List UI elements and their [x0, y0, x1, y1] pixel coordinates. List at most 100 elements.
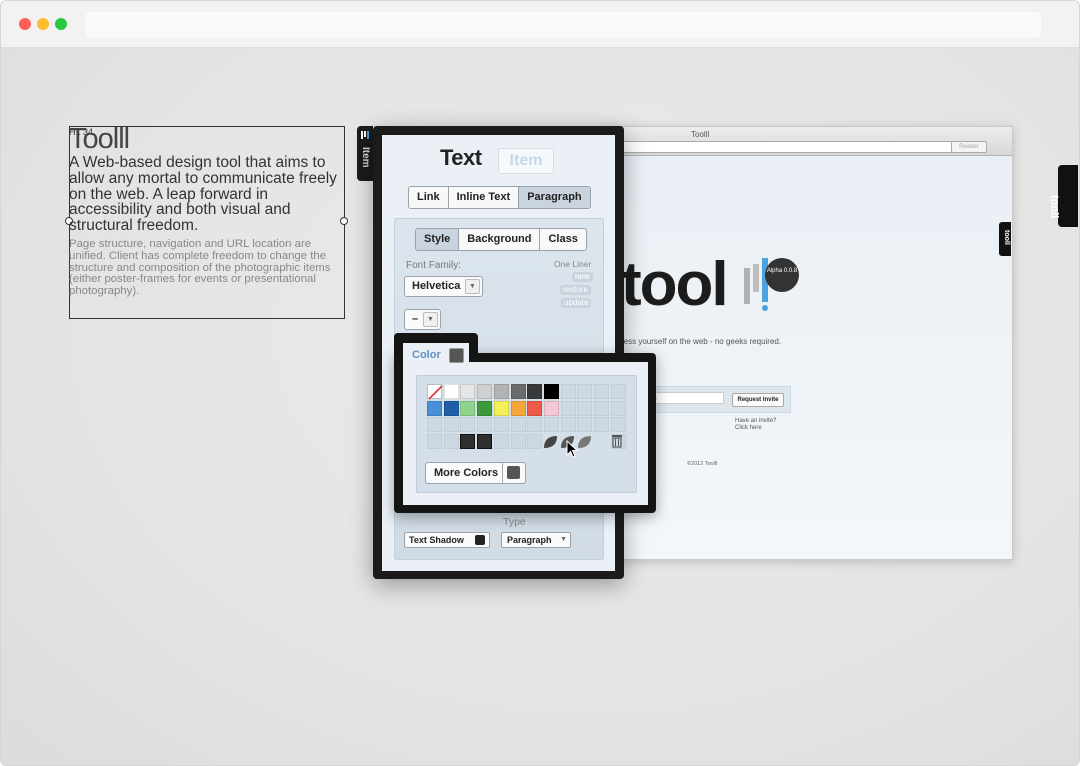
color-swatch[interactable]	[527, 434, 543, 450]
color-swatch[interactable]	[477, 434, 493, 450]
color-swatch[interactable]	[443, 400, 459, 416]
click-here-link[interactable]: Click here	[735, 425, 776, 432]
reader-button[interactable]: Reader	[951, 141, 987, 153]
color-swatch[interactable]	[543, 417, 559, 433]
font-size-value: –	[412, 313, 419, 325]
mouse-pointer-icon	[566, 440, 578, 458]
preview-edge-tab-label: tooll	[1003, 230, 1010, 245]
have-invite-link[interactable]: Have an invite? Click here	[735, 418, 776, 432]
color-swatch[interactable]	[477, 417, 493, 433]
title-bar	[1, 1, 1079, 48]
color-swatch[interactable]	[443, 417, 459, 433]
color-swatch[interactable]	[460, 384, 476, 399]
color-swatch[interactable]	[427, 434, 442, 450]
minimize-button[interactable]	[37, 18, 49, 30]
tab-link[interactable]: Link	[409, 187, 449, 208]
color-swatch[interactable]	[427, 417, 442, 433]
color-swatch[interactable]	[610, 417, 626, 433]
color-swatch[interactable]	[527, 384, 543, 399]
preview-title: Toolll	[691, 130, 710, 139]
block-heading[interactable]: Toolll	[69, 123, 130, 156]
chevron-down-icon: ▼	[465, 279, 480, 294]
preview-tagline: ress yourself on the web - no geeks requ…	[621, 337, 782, 346]
style-tabs: Style Background Class	[415, 228, 587, 251]
preview-logo-text: tool	[621, 250, 729, 319]
preview-edge-tab[interactable]: tooll	[999, 222, 1011, 256]
close-button[interactable]	[19, 18, 31, 30]
color-swatch[interactable]	[427, 400, 442, 416]
color-swatch[interactable]	[577, 384, 593, 399]
current-color-swatch[interactable]	[449, 348, 464, 363]
address-bar[interactable]	[86, 12, 1041, 38]
color-swatch[interactable]	[594, 400, 609, 416]
type-select[interactable]: Paragraph ▼	[501, 532, 571, 548]
color-swatch[interactable]	[610, 400, 626, 416]
color-swatch[interactable]	[460, 417, 476, 433]
color-swatch[interactable]	[460, 434, 476, 450]
item-mode-button[interactable]: Item	[498, 148, 554, 174]
font-size-select[interactable]: – ▼	[404, 309, 441, 330]
color-swatch[interactable]	[427, 384, 443, 400]
site-preview-window: Toolll Reader tool Alpha 0.0.8 ress your…	[600, 126, 1013, 560]
color-swatch[interactable]	[443, 384, 459, 399]
chevron-down-icon: ▼	[560, 536, 567, 543]
tab-inline-text[interactable]: Inline Text	[449, 187, 520, 208]
one-liner-new-button[interactable]: new	[572, 272, 593, 282]
color-swatch[interactable]	[477, 400, 493, 416]
color-swatch[interactable]	[577, 417, 593, 433]
one-liner-restore-button[interactable]: restore	[560, 285, 591, 295]
more-colors-button[interactable]: More Colors	[425, 462, 526, 484]
item-side-tab-label: Item	[360, 147, 371, 168]
have-invite-text: Have an invite?	[735, 418, 777, 424]
color-swatch[interactable]	[543, 384, 559, 399]
tab-background[interactable]: Background	[459, 229, 541, 250]
tab-style[interactable]: Style	[416, 229, 460, 250]
more-colors-label: More Colors	[434, 467, 499, 479]
color-swatch[interactable]	[577, 400, 593, 416]
color-swatch[interactable]	[560, 384, 576, 399]
one-liner-update-button[interactable]: update	[561, 298, 592, 308]
color-swatch[interactable]	[560, 400, 576, 416]
color-swatch[interactable]	[527, 400, 543, 416]
preview-url-field[interactable]	[615, 141, 977, 153]
font-family-value: Helvetica	[412, 280, 461, 292]
block-lead-paragraph[interactable]: A Web-based design tool that aims to all…	[69, 155, 347, 234]
color-swatch[interactable]	[510, 434, 526, 450]
font-family-select[interactable]: Helvetica ▼	[404, 276, 483, 297]
color-swatch[interactable]	[510, 417, 526, 433]
tab-class[interactable]: Class	[540, 229, 585, 250]
color-swatch[interactable]	[594, 417, 609, 433]
color-swatch[interactable]	[510, 400, 526, 416]
color-swatch[interactable]	[527, 417, 543, 433]
color-swatch[interactable]	[493, 400, 509, 416]
color-swatch[interactable]	[493, 384, 509, 399]
color-swatch[interactable]	[543, 400, 559, 416]
request-invite-button[interactable]: Request Invite	[732, 393, 784, 407]
color-swatch[interactable]	[493, 417, 509, 433]
one-liner-label: One Liner	[554, 259, 592, 269]
shadow-preview-icon	[475, 535, 485, 545]
block-body-paragraph[interactable]: Page structure, navigation and URL locat…	[69, 238, 347, 298]
text-shadow-button[interactable]: Text Shadow	[404, 532, 490, 548]
color-swatch[interactable]	[560, 417, 576, 433]
trash-icon[interactable]	[611, 434, 623, 448]
type-value: Paragraph	[507, 535, 552, 545]
zoom-button[interactable]	[55, 18, 67, 30]
color-swatch[interactable]	[460, 400, 476, 416]
preview-logo: tool	[621, 254, 782, 316]
color-swatch[interactable]	[493, 434, 509, 450]
color-swatch[interactable]	[477, 384, 493, 399]
tooll-mini-logo-icon	[361, 131, 369, 139]
text-type-tabs: Link Inline Text Paragraph	[408, 186, 591, 209]
preview-toolbar: Toolll Reader	[601, 127, 1012, 156]
color-tab[interactable]: Color	[412, 349, 441, 361]
color-swatch[interactable]	[610, 384, 626, 399]
edge-tab-label: tooll	[1048, 195, 1060, 219]
color-swatch[interactable]	[443, 434, 459, 450]
tooll-edge-tab[interactable]: tooll	[1048, 165, 1078, 227]
color-swatch[interactable]	[594, 384, 609, 399]
font-family-label: Font Family:	[406, 260, 462, 271]
chevron-down-icon: ▼	[423, 312, 438, 327]
tab-paragraph[interactable]: Paragraph	[519, 187, 590, 208]
color-swatch[interactable]	[510, 384, 526, 399]
